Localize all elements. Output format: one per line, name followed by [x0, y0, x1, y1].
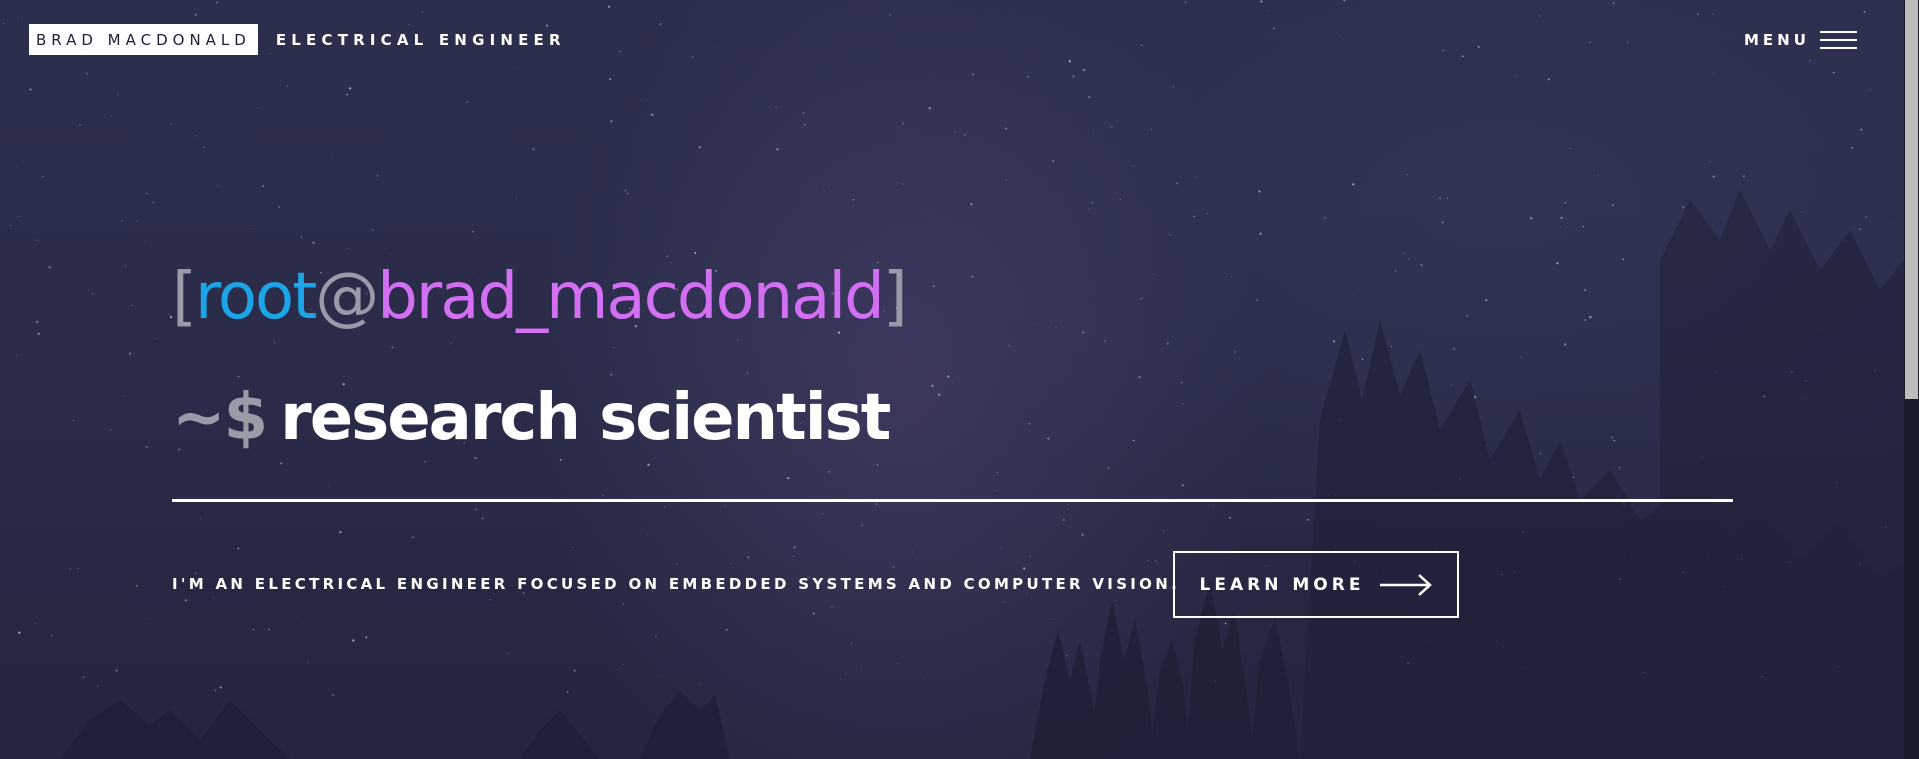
arrow-right-icon [1380, 573, 1433, 596]
prompt-host: brad_macdonald [377, 260, 884, 334]
terminal-prompt: [root@brad_macdonald] [172, 252, 908, 342]
hero-tagline: I'M AN ELECTRICAL ENGINEER FOCUSED ON EM… [172, 575, 1181, 593]
hero-divider [172, 499, 1733, 502]
prompt-open-bracket: [ [172, 260, 197, 334]
prompt-user: root [194, 260, 317, 334]
brand-subtitle: ELECTRICAL ENGINEER [275, 30, 566, 49]
menu-button[interactable]: MENU [1744, 28, 1857, 52]
terminal-command: ~$ research scientist [172, 370, 891, 466]
learn-more-label: LEARN MORE [1199, 574, 1365, 595]
learn-more-button[interactable]: LEARN MORE [1173, 551, 1459, 618]
site-header: BRAD MACDONALD ELECTRICAL ENGINEER [29, 24, 566, 55]
scrollbar-thumb[interactable] [1905, 0, 1918, 399]
brand-logo[interactable]: BRAD MACDONALD [29, 24, 258, 55]
prompt-symbol: ~$ [172, 381, 268, 455]
prompt-close-bracket: ] [882, 260, 908, 334]
typed-role-text: research scientist [280, 381, 891, 455]
menu-label: MENU [1744, 31, 1810, 49]
hamburger-icon [1819, 31, 1857, 49]
prompt-at-sign: @ [315, 260, 379, 334]
page: BRAD MACDONALD ELECTRICAL ENGINEER MENU … [0, 0, 1919, 759]
